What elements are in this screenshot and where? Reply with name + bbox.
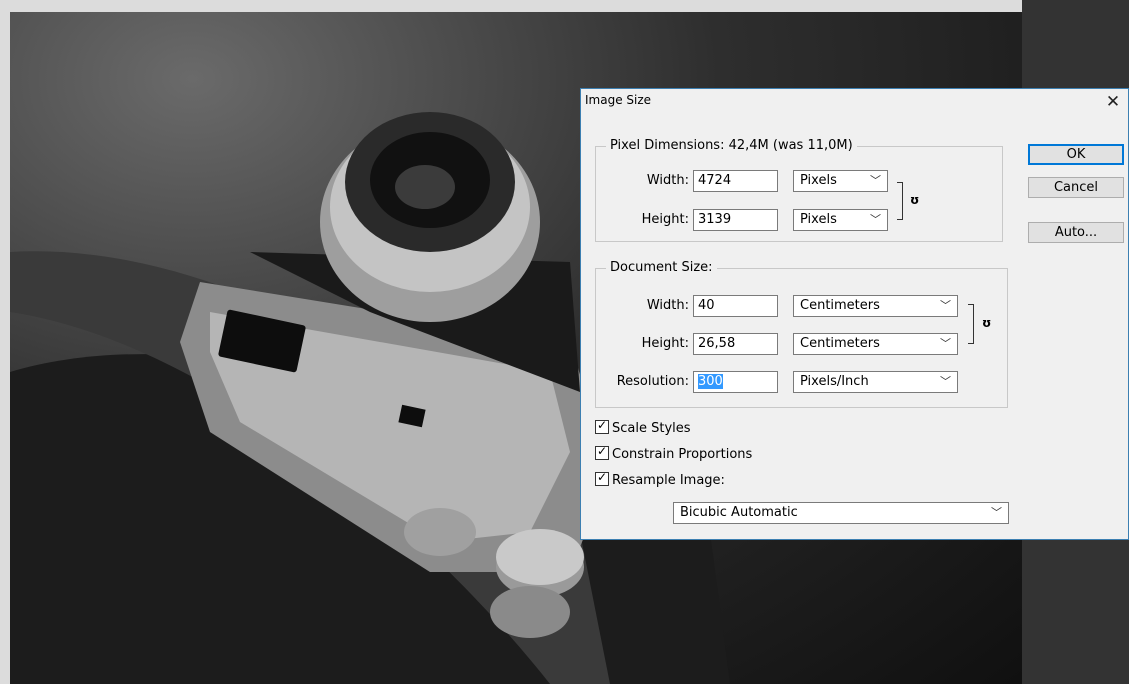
chevron-down-icon: ﹀ xyxy=(940,299,951,312)
pixel-height-input[interactable]: 3139 xyxy=(693,209,778,231)
image-size-dialog: Image Size ✕ Pixel Dimensions: 42,4M (wa… xyxy=(580,88,1129,540)
scale-styles-label: Scale Styles xyxy=(612,421,691,436)
resolution-label: Resolution: xyxy=(616,374,689,389)
pixel-width-unit-value: Pixels xyxy=(800,173,837,188)
doc-width-unit-value: Centimeters xyxy=(800,298,880,313)
constrain-proportions-checkbox[interactable]: ✓ Constrain Proportions xyxy=(595,444,753,462)
constrain-proportions-label: Constrain Proportions xyxy=(612,447,753,462)
chevron-down-icon: ﹀ xyxy=(991,506,1002,519)
doc-height-unit-value: Centimeters xyxy=(800,336,880,351)
checkmark-icon: ✓ xyxy=(595,444,609,460)
cancel-button[interactable]: Cancel xyxy=(1028,177,1124,198)
scale-styles-checkbox[interactable]: ✓ Scale Styles xyxy=(595,418,691,436)
resolution-input[interactable]: 300 xyxy=(693,371,778,393)
checkmark-icon: ✓ xyxy=(595,418,609,434)
resolution-unit-value: Pixels/Inch xyxy=(800,374,869,389)
doc-height-label: Height: xyxy=(641,336,689,351)
link-chain-icon: ʊ xyxy=(910,193,920,207)
resolution-unit-select[interactable]: Pixels/Inch ﹀ xyxy=(793,371,958,393)
document-size-label: Document Size: xyxy=(606,260,717,275)
pixel-width-input[interactable]: 4724 xyxy=(693,170,778,192)
chevron-down-icon: ﹀ xyxy=(940,337,951,350)
link-chain-icon: ʊ xyxy=(982,316,992,330)
chevron-down-icon: ﹀ xyxy=(870,213,881,226)
pixel-height-unit-value: Pixels xyxy=(800,212,837,227)
resample-image-label: Resample Image: xyxy=(612,473,725,488)
doc-link-bracket xyxy=(968,304,974,344)
resample-method-value: Bicubic Automatic xyxy=(680,505,798,520)
auto-button[interactable]: Auto... xyxy=(1028,222,1124,243)
dialog-title: Image Size xyxy=(585,93,652,107)
pixel-height-label: Height: xyxy=(641,212,689,227)
pixel-dimensions-label: Pixel Dimensions: 42,4M (was 11,0M) xyxy=(606,138,857,153)
pixel-height-unit-select[interactable]: Pixels ﹀ xyxy=(793,209,888,231)
doc-width-input[interactable]: 40 xyxy=(693,295,778,317)
resolution-value: 300 xyxy=(698,374,723,389)
resample-method-select[interactable]: Bicubic Automatic ﹀ xyxy=(673,502,1009,524)
chevron-down-icon: ﹀ xyxy=(870,174,881,187)
pixel-width-unit-select[interactable]: Pixels ﹀ xyxy=(793,170,888,192)
ok-button[interactable]: OK xyxy=(1028,144,1124,165)
checkmark-icon: ✓ xyxy=(595,470,609,486)
left-strip xyxy=(0,0,10,684)
doc-width-unit-select[interactable]: Centimeters ﹀ xyxy=(793,295,958,317)
pixel-link-bracket xyxy=(897,182,903,220)
doc-height-unit-select[interactable]: Centimeters ﹀ xyxy=(793,333,958,355)
pixel-width-label: Width: xyxy=(646,173,689,188)
close-icon[interactable]: ✕ xyxy=(1098,89,1128,115)
doc-height-input[interactable]: 26,58 xyxy=(693,333,778,355)
top-strip xyxy=(0,0,1129,12)
doc-width-label: Width: xyxy=(646,298,689,313)
resample-image-checkbox[interactable]: ✓ Resample Image: xyxy=(595,470,725,488)
chevron-down-icon: ﹀ xyxy=(940,375,951,388)
